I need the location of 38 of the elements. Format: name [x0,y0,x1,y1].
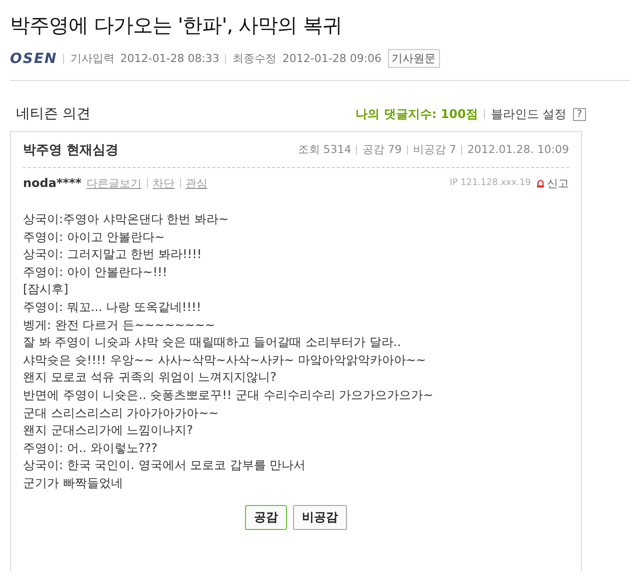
input-time: 2012-01-28 08:33 [120,52,220,65]
source-logo: OSEN [10,50,58,66]
alarm-icon [536,178,545,188]
comment-stat: 공감 79 [362,142,402,157]
comment-line: 왠지 군대스리가에 느낌이나지? [23,422,194,440]
ip-address: IP 121.128.xxx.19 [450,178,531,188]
comment-stat: 2012.01.28. 10:09 [467,143,569,156]
author-name: noda**** [23,176,82,190]
input-label: 기사입력 [70,51,114,66]
comment-line: 상국이: 한국 국인이. 영국에서 모로코 갑부를 만나서 [23,457,307,474]
article-title: 박주영에 다가오는 '한파', 사막의 복귀 [10,12,343,39]
comment-line: 상국이:주영아 샤막온댄다 한번 봐라~ [23,211,230,228]
comment-line: 벵게: 완전 다르거 든~~~~~~~~ [23,316,216,334]
help-button[interactable]: ? [572,108,586,120]
blind-setting-link[interactable]: 블라인드 설정 [490,106,567,122]
section-title: 네티즌 의견 [16,105,90,123]
comment-line: 주영이: 뭐꼬... 나랑 또옥같네!!!! [23,298,202,316]
report-link[interactable]: 신고 [536,176,569,190]
comment-line: 주영이: 어.. 와이렇노??? [23,440,158,457]
comment-line: 군기가 빠짝들었네 [23,474,124,492]
comment-line: [잠시후] [23,281,70,298]
comment-line: 주영이: 아이 안볼란다~!!! [23,264,168,281]
original-article-button[interactable]: 기사원문 [388,49,440,68]
comment-score: 나의 댓글지수: 100점 [356,106,478,122]
comment-title: 박주영 현재심경 [23,142,119,158]
edit-time: 2012-01-28 09:06 [282,52,382,65]
comment-line: 군대 스리스리스리 가아가아가아~~ [23,404,220,422]
vote-button[interactable]: 공감 [245,504,287,530]
comment-line: 반면에 주영이 니슛은.. 슛퐁츠뽀로꾸!! 군대 수리수리수리 가으가으가으가~ [23,386,434,404]
comment-stat: 조회 5314 [298,142,352,157]
edit-label: 최종수정 [232,51,276,66]
comment-line: 상국이: 그러지말고 한번 봐라!!!! [23,246,203,264]
comment-line: 샤막슛은 슛!!!! 우앙~~ 사사~삭막~사삭~사카~ 마앜아악앍악카아아~~ [23,352,427,369]
comment-line: 왠지 모로코 석유 귀족의 위엄이 느껴지지않니? [23,369,278,386]
comment-stat: 비공감 7 [412,142,456,157]
vote-button[interactable]: 비공감 [293,504,347,530]
comment-line: 주영이: 아이고 안볼란다~ [23,228,166,246]
comment-line: 잘 봐 주영이 니슛과 샤막 슛은 때릴때하고 들어갈때 소리부터가 달라.. [23,334,402,352]
